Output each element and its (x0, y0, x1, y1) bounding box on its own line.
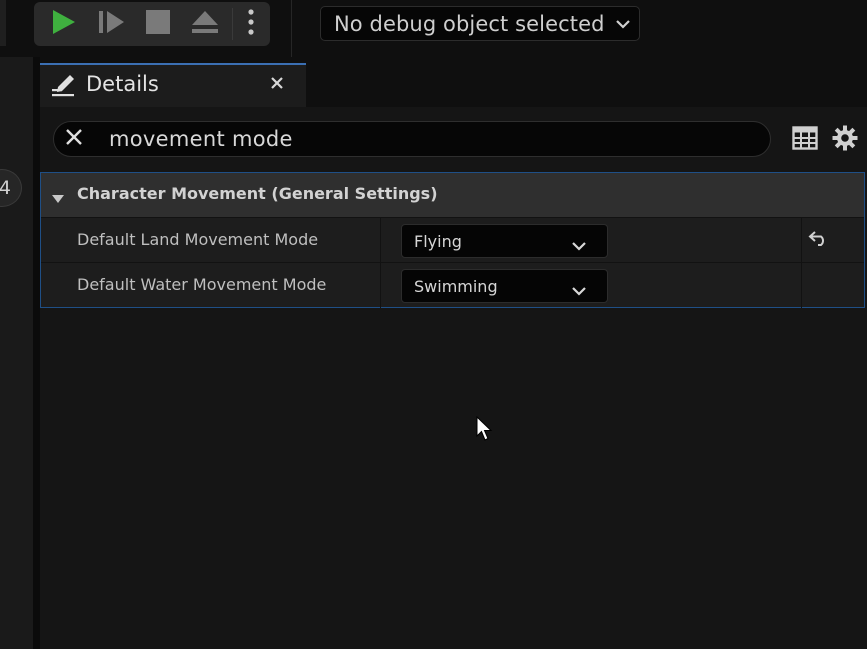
details-panel: Character Movement (General Settings) De… (40, 107, 867, 649)
mouse-cursor-icon (476, 415, 494, 446)
debug-object-label: No debug object selected (334, 11, 605, 36)
count-badge: 4 (0, 169, 22, 207)
chevron-down-icon (571, 281, 587, 300)
close-tab-button[interactable] (266, 73, 288, 95)
eject-button[interactable] (182, 2, 228, 46)
dropdown-value: Swimming (414, 277, 498, 296)
property-name: Default Land Movement Mode (77, 230, 319, 249)
table-view-icon (792, 126, 818, 154)
toolbar-edge (0, 0, 6, 46)
search-box (53, 121, 771, 157)
play-button[interactable] (40, 2, 86, 46)
column-splitter (801, 263, 802, 308)
more-options-button[interactable] (233, 2, 269, 46)
advance-frame-button[interactable] (88, 2, 134, 46)
expand-arrow-icon (51, 189, 65, 208)
debug-object-dropdown[interactable]: No debug object selected (320, 6, 640, 41)
clear-search-button[interactable] (62, 127, 86, 151)
reset-arrow-icon (808, 229, 830, 251)
table-view-button[interactable] (790, 125, 820, 155)
water-movement-mode-dropdown[interactable]: Swimming (401, 269, 608, 303)
left-side-panel: 4 (0, 57, 33, 649)
reset-to-default-button[interactable] (806, 228, 832, 252)
category-character-movement: Character Movement (General Settings) De… (40, 172, 865, 308)
eject-icon (190, 8, 220, 40)
stop-icon (145, 9, 171, 39)
tab-details[interactable]: Details (40, 63, 306, 107)
editor-window: No debug object selected 4 Details movem… (0, 0, 867, 649)
stop-button[interactable] (135, 2, 181, 46)
column-splitter (801, 218, 802, 263)
play-controls (34, 2, 270, 46)
panel-splitter[interactable] (33, 57, 40, 649)
property-name: Default Water Movement Mode (77, 275, 327, 294)
property-row: Default Land Movement Mode Flying (41, 217, 864, 263)
details-pencil-icon (50, 73, 76, 103)
chevron-down-icon (615, 19, 631, 29)
category-header[interactable]: Character Movement (General Settings) (41, 173, 864, 217)
close-icon (270, 75, 284, 94)
gear-icon (832, 125, 858, 155)
toolbar-divider (291, 0, 292, 57)
land-movement-mode-dropdown[interactable]: Flying (401, 224, 608, 258)
column-splitter[interactable] (380, 263, 381, 308)
play-icon (49, 8, 77, 40)
tab-bar: Details (40, 57, 867, 107)
close-icon (64, 127, 84, 151)
tab-details-label: Details (86, 72, 159, 96)
property-row: Default Water Movement Mode Swimming (41, 262, 864, 308)
dropdown-value: Flying (414, 232, 462, 251)
category-title: Character Movement (General Settings) (77, 184, 438, 203)
chevron-down-icon (571, 236, 587, 255)
main-toolbar: No debug object selected (0, 0, 867, 57)
column-splitter[interactable] (380, 218, 381, 263)
kebab-menu-icon (247, 8, 255, 40)
search-input[interactable] (109, 124, 749, 154)
advance-frame-icon (96, 8, 126, 40)
settings-button[interactable] (830, 125, 860, 155)
